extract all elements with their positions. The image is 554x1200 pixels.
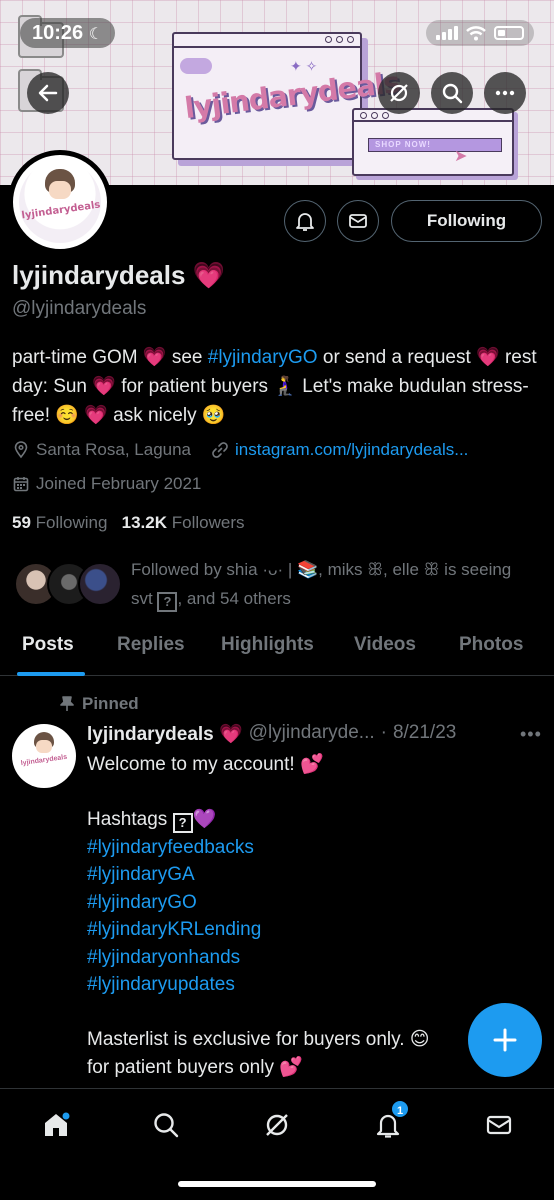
grok-icon: [390, 84, 408, 102]
tab-posts[interactable]: Posts: [22, 634, 74, 656]
status-bar: 10:26 ☾: [0, 0, 554, 60]
grok-icon: [266, 1114, 288, 1136]
nav-search[interactable]: [146, 1105, 186, 1145]
back-button[interactable]: [27, 72, 69, 114]
wifi-icon: [466, 26, 486, 41]
nav-home[interactable]: [36, 1105, 76, 1145]
tab-replies[interactable]: Replies: [117, 634, 185, 656]
compose-post-button[interactable]: [468, 1003, 542, 1077]
post-line: Welcome to my account! 💕: [87, 754, 324, 775]
profile-meta: Santa Rosa, Laguna instagram.com/lyjinda…: [12, 440, 468, 460]
tab-highlights[interactable]: Highlights: [221, 634, 314, 656]
post-hashtag-link[interactable]: #lyjindaryupdates: [87, 971, 542, 999]
envelope-icon: [486, 1115, 512, 1135]
post-hashtag-link[interactable]: #lyjindaryGA: [87, 861, 542, 889]
unknown-glyph-box: ?: [157, 592, 178, 612]
cloud-decoration: [180, 58, 212, 74]
following-count-link[interactable]: 59 Following: [12, 513, 107, 532]
tab-videos[interactable]: Videos: [354, 634, 416, 656]
unknown-glyph-box: ?: [172, 813, 193, 833]
bell-plus-icon: [296, 213, 314, 231]
home-indicator: [178, 1181, 376, 1187]
nav-grok[interactable]: [257, 1105, 297, 1145]
search-button[interactable]: [431, 72, 473, 114]
followed-by-text[interactable]: Followed by shia ·ᴗ· | 📚, miks ꕥ, elle ꕥ…: [131, 555, 531, 613]
profile-avatar[interactable]: lyjindarydeals: [8, 150, 112, 254]
profile-bio: part-time GOM 💗 see #lyjindaryGO or send…: [12, 347, 537, 426]
profile-handle: @lyjindarydeals: [12, 298, 147, 319]
post-more-button[interactable]: •••: [520, 724, 542, 745]
post-hashtag-link[interactable]: #lyjindaryonhands: [87, 944, 542, 972]
nav-messages[interactable]: [479, 1105, 519, 1145]
avatar-face: [49, 181, 71, 199]
post-header: lyjindarydeals 💗 @lyjindaryde... · 8/21/…: [87, 722, 457, 746]
post-author-handle[interactable]: @lyjindaryde...: [249, 722, 375, 746]
post-author-name[interactable]: lyjindarydeals 💗: [87, 722, 243, 746]
pin-icon: [60, 696, 74, 711]
banner-shop-window: SHOP NOW! ➤: [352, 108, 514, 176]
bio-hashtag-link[interactable]: #lyjindaryGO: [208, 347, 318, 368]
profile-location: Santa Rosa, Laguna: [36, 440, 192, 459]
active-tab-indicator: [17, 672, 85, 676]
post-avatar-text: lyjindarydeals: [20, 753, 68, 768]
notification-badge: 1: [390, 1099, 410, 1119]
envelope-icon: [349, 214, 367, 228]
plus-icon: [493, 1028, 517, 1052]
profile-joined-row: Joined February 2021: [12, 474, 201, 494]
sparkle-decoration: ✦ ✧: [290, 58, 318, 74]
status-indicators: [426, 20, 534, 46]
nav-notifications[interactable]: 1: [368, 1099, 410, 1145]
signal-icon: [436, 26, 458, 40]
location-pin-icon: [14, 441, 28, 459]
status-time: 10:26 ☾: [20, 18, 116, 48]
arrow-left-icon: [38, 84, 58, 102]
profile-joined-date: Joined February 2021: [36, 474, 202, 493]
moon-icon: ☾: [88, 26, 104, 43]
more-icon: [495, 90, 515, 96]
profile-display-name: lyjindarydeals 💗: [12, 260, 226, 290]
battery-icon: [494, 26, 524, 40]
follow-counts: 59 Following 13.2K Followers: [12, 513, 245, 533]
follower-avatar: [78, 562, 122, 606]
shop-now-label: SHOP NOW!: [368, 138, 502, 152]
tab-photos[interactable]: Photos: [459, 634, 523, 656]
grok-button[interactable]: [378, 72, 420, 114]
post-hashtag-link[interactable]: #lyjindaryfeedbacks: [87, 834, 542, 862]
link-icon: [212, 442, 228, 458]
followers-count-link[interactable]: 13.2K Followers: [122, 513, 245, 532]
home-icon: [45, 1112, 70, 1136]
search-icon: [154, 1113, 179, 1138]
search-icon: [442, 83, 463, 104]
bottom-navigation: 1: [0, 1088, 554, 1200]
post-hashtags-heading: Hashtags ? 💜: [87, 806, 542, 834]
following-button[interactable]: Following: [391, 200, 542, 242]
profile-tabs: Posts Replies Highlights Videos Photos: [0, 624, 554, 676]
profile-website-link[interactable]: instagram.com/lyjindarydeals...: [235, 440, 468, 460]
post-author-avatar[interactable]: lyjindarydeals: [12, 724, 76, 788]
message-button[interactable]: [337, 200, 379, 242]
more-button[interactable]: [484, 72, 526, 114]
calendar-icon: [13, 477, 29, 492]
post-hashtag-link[interactable]: #lyjindaryGO: [87, 889, 542, 917]
notifications-toggle-button[interactable]: [284, 200, 326, 242]
post-date[interactable]: 8/21/23: [393, 722, 456, 746]
cursor-icon: ➤: [454, 148, 468, 165]
post-hashtag-link[interactable]: #lyjindaryKRLending: [87, 916, 542, 944]
pinned-label: Pinned: [60, 694, 139, 714]
